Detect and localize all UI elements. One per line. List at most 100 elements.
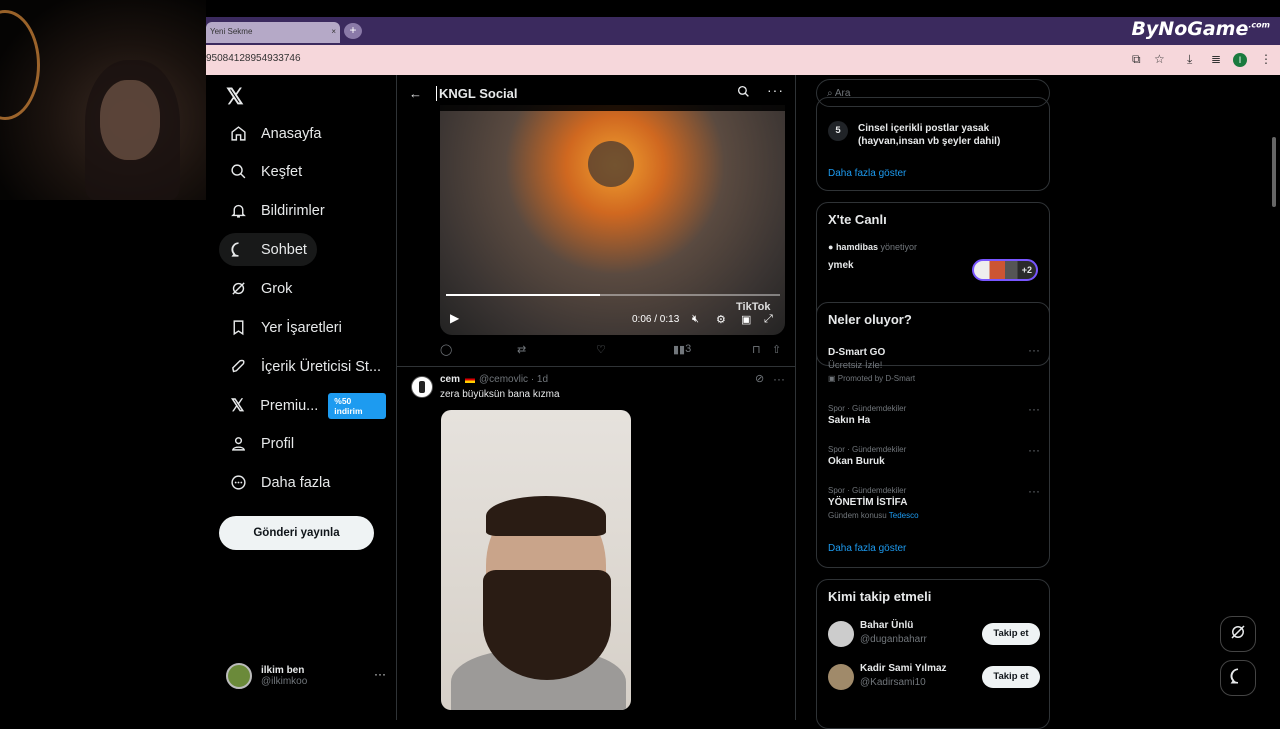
- grok-fab[interactable]: [1220, 616, 1256, 652]
- download-icon[interactable]: ⤓: [1187, 52, 1192, 67]
- promoted-trend[interactable]: D-Smart GO Ücretsiz İzle! ▣ Promoted by …: [828, 343, 1040, 383]
- trend-item[interactable]: Spor · Gündemdekiler Sakın Ha ···: [828, 402, 1040, 426]
- scrollbar-thumb[interactable]: [1272, 137, 1276, 207]
- url-text[interactable]: 95084128954933746: [206, 53, 301, 64]
- trend-name: Okan Buruk: [828, 456, 885, 467]
- x-logo-icon[interactable]: 𝕏: [226, 84, 244, 110]
- back-arrow-icon[interactable]: ←: [409, 86, 422, 101]
- trend-more-icon[interactable]: ···: [1028, 443, 1040, 457]
- tab-close-icon[interactable]: ×: [331, 27, 336, 38]
- nav-creator-studio[interactable]: İçerik Üreticisi St...: [219, 350, 391, 383]
- play-icon[interactable]: ▶: [450, 311, 459, 325]
- page-scrollbar[interactable]: [1268, 75, 1280, 720]
- trend-name: YÖNETİM İSTİFA: [828, 497, 908, 508]
- nav-label: Keşfet: [261, 163, 303, 180]
- account-switcher[interactable]: ilkim ben @ilkimkoo ···: [226, 661, 386, 691]
- nav-grok[interactable]: Grok: [219, 272, 302, 305]
- chat-icon: [229, 241, 247, 259]
- nav-notifications[interactable]: Bildirimler: [219, 194, 335, 227]
- pip-icon[interactable]: ▣: [741, 313, 751, 326]
- nav-label: Grok: [261, 280, 293, 297]
- trend-item[interactable]: Spor · Gündemdekiler YÖNETİM İSTİFA Günd…: [828, 484, 1040, 520]
- trend-item[interactable]: Spor · Gündemdekiler Okan Buruk ···: [828, 443, 1040, 467]
- who-to-follow-card: Kimi takip etmeli Bahar Ünlü @duganbahar…: [816, 579, 1050, 729]
- user-avatar[interactable]: [828, 664, 854, 690]
- trend-subtitle: Ücretsiz İzle!: [828, 360, 883, 371]
- nav-premium[interactable]: 𝕏 Premiu... %50 indirim: [219, 389, 396, 422]
- rule-text: Cinsel içerikli postlar yasak (hayvan,in…: [858, 123, 1001, 147]
- person-icon: [229, 435, 247, 453]
- media-controls-icon[interactable]: ≣: [1211, 52, 1221, 66]
- mute-icon[interactable]: 🔇︎: [692, 313, 699, 326]
- install-icon[interactable]: ⧉: [1132, 52, 1141, 67]
- fullscreen-icon[interactable]: ⤢: [764, 313, 773, 326]
- post-button[interactable]: Gönderi yayınla: [219, 516, 374, 550]
- user-name: Bahar Ünlü: [860, 620, 914, 631]
- tiktok-watermark: TikTok: [736, 301, 771, 313]
- live-title: X'te Canlı: [828, 212, 887, 227]
- live-host[interactable]: ● hamdibas yönetiyor: [828, 242, 917, 252]
- show-more-link[interactable]: Daha fazla göster: [828, 168, 906, 179]
- new-tab-button[interactable]: +: [344, 23, 362, 39]
- views-icon[interactable]: ▮▮ 3: [673, 343, 691, 356]
- views-count: 3: [685, 343, 692, 355]
- grok-icon[interactable]: ⊘: [755, 372, 764, 385]
- nav-label: Premiu...: [260, 397, 319, 414]
- profile-avatar[interactable]: I: [1233, 53, 1247, 67]
- promoted-label: ▣ Promoted by D-Smart: [828, 374, 916, 383]
- follow-suggestion[interactable]: Bahar Ünlü @duganbaharr Takip et: [828, 620, 1040, 648]
- browser-tab[interactable]: Yeni Sekme ×: [206, 22, 340, 43]
- trend-more-icon[interactable]: ···: [1028, 402, 1040, 416]
- browser-menu-icon[interactable]: ⋮: [1260, 52, 1272, 66]
- reply-icon[interactable]: ◯: [440, 343, 452, 356]
- video-progress-bar[interactable]: [446, 294, 780, 296]
- home-icon: [229, 125, 247, 143]
- rocket-icon: [229, 358, 247, 376]
- nav-label: İçerik Üreticisi St...: [261, 358, 382, 375]
- right-sidebar: ⌕ Ara 5 Cinsel içerikli postlar yasak (h…: [816, 75, 1050, 729]
- live-participants[interactable]: +2: [972, 259, 1038, 281]
- trends-card: Neler oluyor? D-Smart GO Ücretsiz İzle! …: [816, 302, 1050, 568]
- settings-icon[interactable]: ⚙: [716, 313, 726, 326]
- nav-more[interactable]: Daha fazla: [219, 466, 340, 499]
- tweet-author[interactable]: cem: [440, 374, 477, 385]
- nav-label: Yer İşaretleri: [261, 319, 342, 336]
- account-more-icon[interactable]: ···: [374, 667, 386, 681]
- video-player[interactable]: TikTok ▶ 0:06 / 0:13 🔇︎ ⚙ ▣ ⤢: [440, 105, 785, 335]
- more-circle-icon: [229, 474, 247, 492]
- page-title: KNGL Social: [436, 85, 518, 101]
- nav-bookmarks[interactable]: Yer İşaretleri: [219, 311, 352, 344]
- show-more-link[interactable]: Daha fazla göster: [828, 543, 906, 554]
- bookmark-star-icon[interactable]: ☆: [1154, 52, 1165, 66]
- like-icon[interactable]: ♡: [596, 343, 606, 356]
- video-content: [588, 141, 634, 187]
- follow-button[interactable]: Takip et: [982, 623, 1040, 645]
- divider: [397, 366, 795, 367]
- tweet-image[interactable]: [441, 410, 631, 710]
- search-icon[interactable]: [737, 85, 750, 103]
- share-icon[interactable]: ⇧: [772, 343, 781, 356]
- trend-more-icon[interactable]: ···: [1028, 343, 1040, 357]
- account-avatar: [226, 663, 252, 689]
- more-options-icon[interactable]: ···: [767, 82, 784, 98]
- user-avatar[interactable]: [828, 621, 854, 647]
- messages-fab[interactable]: [1220, 660, 1256, 696]
- nav-profile[interactable]: Profil: [219, 427, 304, 460]
- tweet-handle[interactable]: @cemovlic · 1d: [479, 374, 548, 385]
- follow-suggestion[interactable]: Kadir Sami Yılmaz @Kadirsami10 Takip et: [828, 663, 1040, 691]
- retweet-icon[interactable]: ⇄: [517, 343, 526, 356]
- x-icon: 𝕏: [230, 395, 245, 415]
- nav-chat[interactable]: Sohbet: [219, 233, 317, 266]
- tweet-more-icon[interactable]: ···: [773, 372, 785, 386]
- live-topic[interactable]: ymek: [828, 260, 854, 271]
- tweet-avatar[interactable]: [411, 376, 433, 398]
- nav-label: Sohbet: [261, 241, 307, 258]
- user-handle: @Kadirsami10: [860, 677, 926, 688]
- nav-explore[interactable]: Keşfet: [219, 155, 312, 188]
- trend-more-icon[interactable]: ···: [1028, 484, 1040, 498]
- nav-home[interactable]: Anasayfa: [219, 117, 331, 150]
- video-progress-fill: [446, 294, 600, 296]
- follow-button[interactable]: Takip et: [982, 666, 1040, 688]
- bookmark-icon[interactable]: ⊓: [752, 343, 761, 356]
- user-name: Kadir Sami Yılmaz: [860, 663, 947, 674]
